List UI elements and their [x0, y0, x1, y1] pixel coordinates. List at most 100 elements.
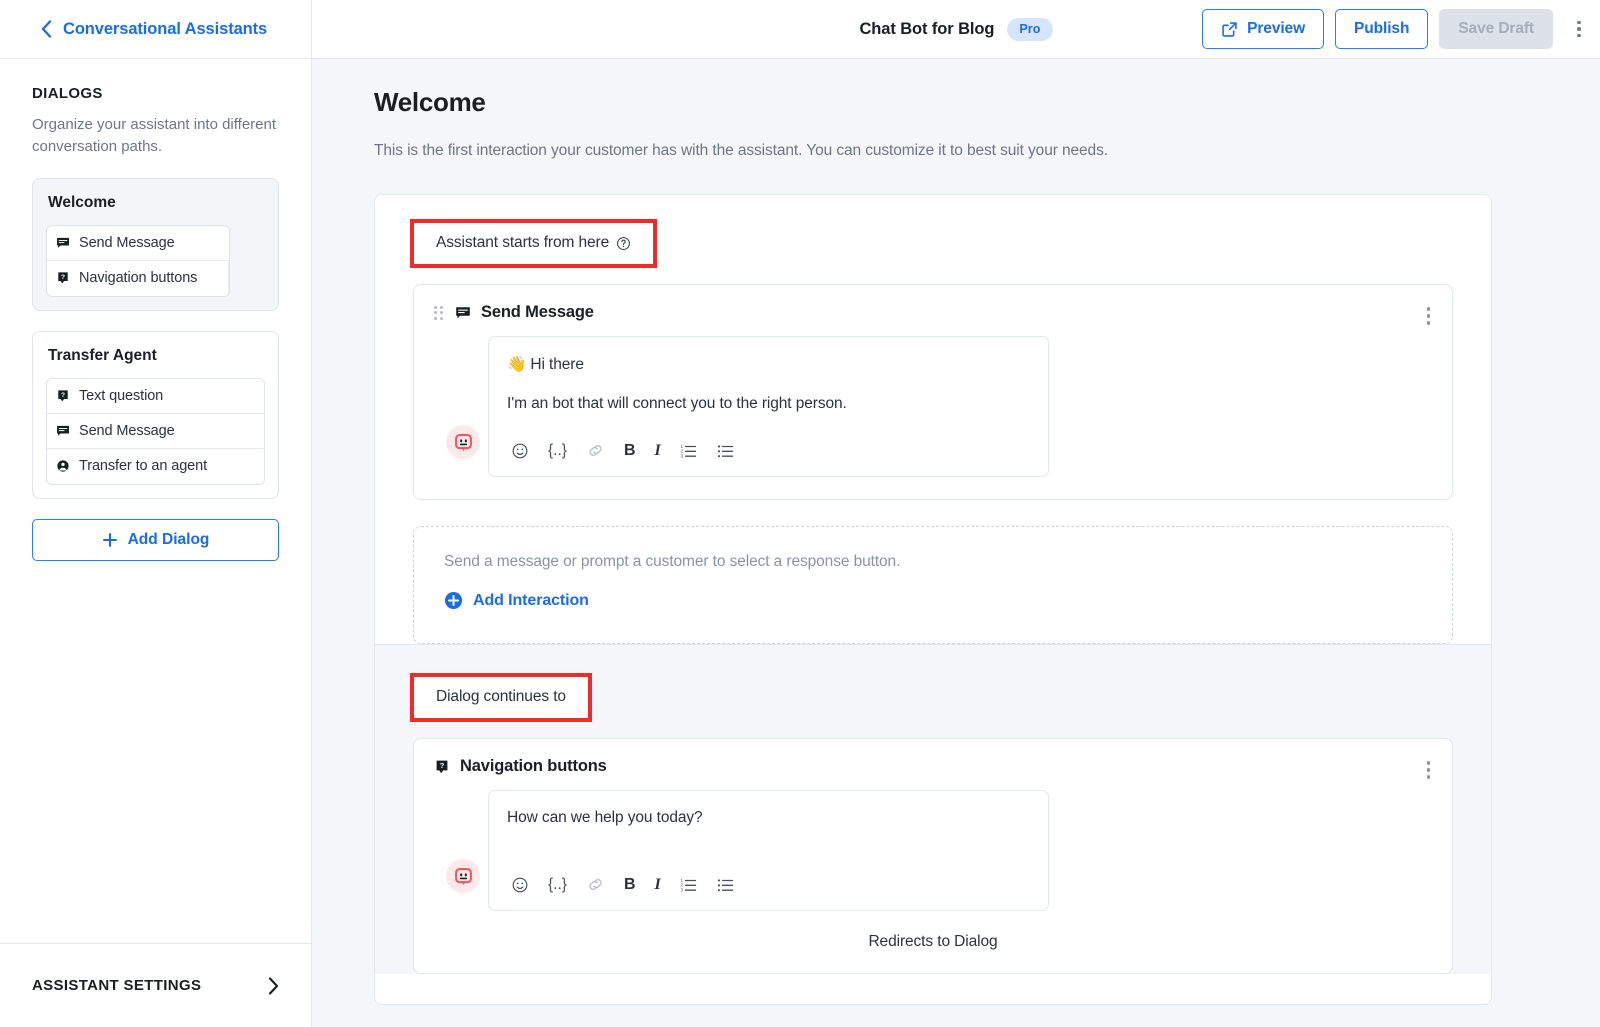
- node-card-header: ? Navigation buttons: [434, 757, 1432, 776]
- save-draft-button-label: Save Draft: [1458, 20, 1534, 37]
- add-interaction-button[interactable]: Add Interaction: [444, 591, 589, 610]
- sidebar-node-label: Navigation buttons: [79, 270, 198, 286]
- sidebar-dialog-transfer-agent[interactable]: Transfer Agent ? Text question Send Mess…: [32, 330, 279, 499]
- message-editor-row: How can we help you today? {..} B I 1 2 …: [434, 790, 1432, 911]
- message-icon: [455, 305, 471, 321]
- drag-handle-icon[interactable]: [434, 305, 443, 320]
- add-dialog-button[interactable]: Add Dialog: [32, 518, 279, 561]
- sidebar-node-label: Transfer to an agent: [79, 458, 208, 474]
- dialog-continues-section: Dialog continues to ? Navigation buttons…: [375, 644, 1491, 974]
- main-inner: Welcome This is the first interaction yo…: [312, 59, 1600, 1005]
- emoji-icon[interactable]: [511, 876, 529, 894]
- editor-toolbar: {..} B I 1 2 3: [507, 435, 1030, 476]
- sidebar-node-label: Text question: [79, 387, 164, 404]
- body: DIALOGS Organize your assistant into dif…: [0, 59, 1600, 1027]
- dialog-page-subtitle: This is the first interaction your custo…: [374, 142, 1108, 159]
- annotation-box-start: Assistant starts from here: [410, 219, 658, 268]
- bot-avatar-icon: [446, 425, 480, 459]
- sidebar-content: DIALOGS Organize your assistant into dif…: [0, 59, 311, 943]
- question-message-icon: ?: [434, 759, 450, 775]
- kebab-menu-icon[interactable]: [1426, 307, 1430, 325]
- bold-icon[interactable]: B: [624, 876, 636, 894]
- assistant-settings-label: ASSISTANT SETTINGS: [32, 977, 202, 994]
- node-card-send-message[interactable]: Send Message 👋 Hi there I'm an bot that …: [413, 284, 1453, 500]
- status-badge: Pro: [1007, 17, 1053, 41]
- annotation-box-continue: Dialog continues to: [410, 673, 592, 722]
- svg-text:3: 3: [680, 887, 683, 892]
- message-icon: [47, 236, 79, 250]
- sidebar-node-text-question[interactable]: ? Text question: [47, 379, 264, 414]
- back-navigation[interactable]: Conversational Assistants: [0, 0, 312, 58]
- svg-text:?: ?: [61, 274, 65, 281]
- italic-icon[interactable]: I: [655, 442, 661, 460]
- publish-button[interactable]: Publish: [1335, 9, 1429, 49]
- page-title: Chat Bot for Blog: [859, 19, 995, 38]
- message-line-1: How can we help you today?: [507, 809, 703, 826]
- add-interaction-label: Add Interaction: [473, 591, 589, 609]
- agent-icon: [47, 459, 79, 473]
- question-message-icon: ?: [47, 271, 79, 285]
- sidebar-dialog-title: Welcome: [48, 193, 116, 211]
- save-draft-button: Save Draft: [1439, 9, 1553, 49]
- sidebar: DIALOGS Organize your assistant into dif…: [0, 59, 312, 1027]
- section-continue-label: Dialog continues to: [436, 688, 566, 705]
- sidebar-node-navigation-buttons[interactable]: ? Navigation buttons: [47, 260, 229, 296]
- assistant-settings-row[interactable]: ASSISTANT SETTINGS: [0, 943, 311, 1027]
- dialog-flow-card: Assistant starts from here Send Message …: [374, 194, 1492, 1005]
- bullet-list-icon[interactable]: [717, 442, 735, 460]
- back-link-label[interactable]: Conversational Assistants: [63, 20, 267, 39]
- ordered-list-icon[interactable]: 1 2 3: [680, 876, 698, 894]
- node-card-navigation-buttons[interactable]: ? Navigation buttons How can we help you…: [413, 738, 1453, 974]
- svg-text:3: 3: [680, 453, 683, 458]
- emoji-icon[interactable]: [511, 442, 529, 460]
- node-card-title: Send Message: [481, 303, 594, 321]
- app-root: Conversational Assistants Chat Bot for B…: [0, 0, 1600, 1027]
- ordered-list-icon[interactable]: 1 2 3: [680, 442, 698, 460]
- italic-icon[interactable]: I: [655, 876, 661, 894]
- sidebar-node-send-message[interactable]: Send Message: [47, 414, 264, 449]
- add-dialog-button-label: Add Dialog: [127, 530, 210, 548]
- top-bar-actions: Preview Publish Save Draft: [1202, 0, 1600, 58]
- link-icon[interactable]: [228, 261, 229, 296]
- help-circle-icon[interactable]: [616, 236, 631, 251]
- bullet-list-icon[interactable]: [717, 876, 735, 894]
- sidebar-dialog-welcome[interactable]: Welcome Send Message ? Navigation button…: [32, 177, 279, 311]
- section-continue-header: Dialog continues to: [410, 673, 1453, 722]
- svg-text:?: ?: [61, 391, 65, 398]
- kebab-menu-icon[interactable]: [1566, 20, 1592, 38]
- variable-icon[interactable]: {..}: [548, 442, 567, 460]
- section-start-label: Assistant starts from here: [436, 234, 610, 251]
- svg-text:?: ?: [440, 761, 445, 770]
- section-start-header: Assistant starts from here: [410, 219, 1453, 268]
- variable-icon[interactable]: {..}: [548, 876, 567, 894]
- redirects-to-dialog-label: Redirects to Dialog: [868, 933, 998, 950]
- link-icon[interactable]: [586, 441, 605, 460]
- sidebar-node-label: Send Message: [79, 234, 175, 251]
- sidebar-node-send-message[interactable]: Send Message: [47, 226, 229, 261]
- section-start-label-wrap: Assistant starts from here: [436, 234, 631, 252]
- message-icon: [47, 424, 79, 438]
- external-link-icon: [1221, 21, 1238, 38]
- message-editor[interactable]: 👋 Hi there I'm an bot that will connect …: [488, 336, 1049, 477]
- add-interaction-hint: Send a message or prompt a customer to s…: [444, 553, 901, 570]
- add-interaction-zone: Send a message or prompt a customer to s…: [413, 526, 1453, 644]
- plus-icon: [102, 532, 118, 548]
- sidebar-node-list: Send Message ? Navigation buttons: [46, 224, 230, 297]
- message-editor[interactable]: How can we help you today? {..} B I 1 2 …: [488, 790, 1049, 911]
- preview-button-label: Preview: [1247, 20, 1306, 37]
- kebab-menu-icon[interactable]: [1426, 761, 1430, 779]
- question-message-icon: ?: [47, 389, 79, 403]
- bold-icon[interactable]: B: [624, 442, 636, 460]
- link-icon[interactable]: [586, 875, 605, 894]
- preview-button[interactable]: Preview: [1202, 9, 1325, 49]
- sidebar-node-transfer-to-agent[interactable]: Transfer to an agent: [47, 449, 264, 484]
- bot-avatar-icon: [446, 859, 480, 893]
- editor-toolbar: {..} B I 1 2 3: [507, 869, 1030, 910]
- publish-button-label: Publish: [1354, 20, 1410, 37]
- sidebar-section-description: Organize your assistant into different c…: [32, 116, 277, 155]
- node-card-header: Send Message: [434, 303, 1432, 322]
- chevron-left-icon: [41, 20, 52, 38]
- main-content: Welcome This is the first interaction yo…: [312, 59, 1600, 1027]
- message-line-2: I'm an bot that will connect you to the …: [507, 395, 847, 412]
- sidebar-section-title: DIALOGS: [32, 85, 103, 102]
